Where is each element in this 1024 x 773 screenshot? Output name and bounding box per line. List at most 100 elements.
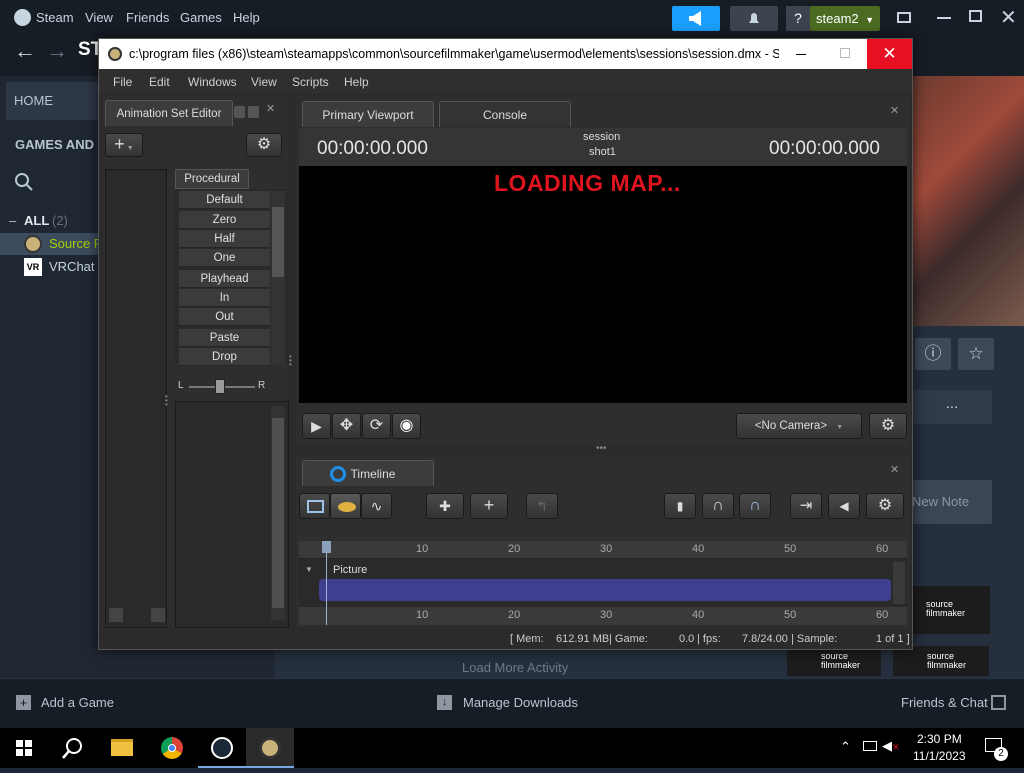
tab-animation-set-editor[interactable]: Animation Set Editor	[105, 100, 233, 126]
panel-splitter-handle[interactable]: •••	[596, 443, 607, 454]
notifications-button[interactable]	[730, 6, 778, 31]
all-label[interactable]: ALL	[24, 213, 49, 228]
rotate-tool-button[interactable]: ⟳	[362, 413, 391, 439]
tab-timeline[interactable]: Timeline	[302, 460, 434, 486]
sfm-taskbar-button[interactable]	[246, 728, 294, 768]
left-splitter-handle[interactable]: • • •	[165, 393, 168, 409]
back-arrow-icon[interactable]: ←	[14, 38, 36, 64]
add-track-button[interactable]: +	[470, 493, 508, 519]
slider-list-scrollbar[interactable]	[271, 406, 285, 620]
procedural-in-button[interactable]: In	[179, 289, 270, 307]
scroll-thumb[interactable]	[272, 207, 284, 277]
procedural-zero-button[interactable]: Zero	[179, 211, 270, 229]
camera-select-dropdown[interactable]: <No Camera> ▼	[736, 413, 862, 439]
playhead-handle[interactable]	[322, 541, 331, 553]
new-note-button[interactable]: New Note	[912, 480, 992, 524]
show-hidden-icons-icon[interactable]: ⌃	[840, 739, 851, 755]
manage-downloads-button[interactable]: Manage Downloads	[463, 695, 578, 710]
panel-pin-icon[interactable]	[234, 106, 245, 118]
clock-time[interactable]: 2:30 PM	[917, 732, 962, 746]
taskbar-search-button[interactable]	[48, 728, 96, 768]
ase-hscroll-right[interactable]	[151, 608, 165, 622]
steam-menu-view[interactable]: View	[85, 10, 113, 25]
motion-editor-button[interactable]	[330, 493, 361, 519]
select-tool-button[interactable]: ▶	[302, 413, 331, 439]
scroll-thumb[interactable]	[272, 418, 284, 608]
more-options-button[interactable]: ...	[912, 390, 992, 424]
balance-slider[interactable]	[189, 379, 255, 394]
procedural-out-button[interactable]: Out	[179, 308, 270, 326]
steam-menu-steam[interactable]: Steam	[36, 10, 74, 25]
load-more-activity[interactable]: Load More Activity	[462, 660, 568, 675]
procedural-scrollbar[interactable]	[271, 191, 285, 364]
steam-menu-friends[interactable]: Friends	[126, 10, 169, 25]
ase-hscroll-left[interactable]	[109, 608, 123, 622]
steam-menu-help[interactable]: Help	[233, 10, 260, 25]
start-button[interactable]	[0, 728, 48, 768]
favorite-button[interactable]: ☆	[958, 338, 994, 370]
add-game-icon[interactable]: +	[16, 695, 31, 710]
timeline-ruler[interactable]: 10 20 30 40 50 60	[299, 541, 907, 559]
volume-muted-icon[interactable]: ◀✕	[882, 738, 900, 754]
account-menu[interactable]: steam2 ▼	[810, 6, 880, 31]
pivot-tool-button[interactable]: ◉	[392, 413, 421, 439]
minimize-icon[interactable]	[937, 17, 951, 19]
maximize-icon[interactable]	[969, 10, 982, 22]
animation-set-list[interactable]	[105, 169, 167, 628]
timeline-ruler-bottom[interactable]: 10 20 30 40 50 60	[299, 607, 907, 625]
mid-splitter-handle[interactable]: • • •	[289, 353, 292, 369]
sfm-minimize-icon[interactable]	[796, 54, 806, 55]
clip-editor-button[interactable]	[299, 493, 330, 519]
chrome-button[interactable]	[148, 728, 196, 768]
steam-menu-games[interactable]: Games	[180, 10, 222, 25]
announcement-button[interactable]	[672, 6, 720, 31]
tab-console[interactable]: Console	[439, 101, 571, 127]
sfm-menu-file[interactable]: File	[113, 75, 132, 89]
viewport-settings-button[interactable]: ⚙	[869, 413, 907, 439]
forward-arrow-icon[interactable]: →	[46, 38, 68, 64]
steam-taskbar-button[interactable]	[198, 728, 246, 768]
procedural-default-button[interactable]: Default	[179, 191, 270, 209]
steam-help-button[interactable]: ?	[786, 6, 810, 31]
snap-button[interactable]: ∩	[739, 493, 771, 519]
graph-editor-button[interactable]: ∿	[361, 493, 392, 519]
add-clip-marker-button[interactable]: ✚	[426, 493, 464, 519]
sfm-menu-help[interactable]: Help	[344, 75, 369, 89]
panel-close-icon[interactable]: ✕	[266, 102, 275, 115]
up-level-button[interactable]: ↰	[526, 493, 558, 519]
close-icon[interactable]: ✕	[1000, 5, 1017, 30]
procedural-playhead-button[interactable]: Playhead	[179, 270, 270, 288]
sfm-maximize-icon[interactable]	[840, 48, 850, 58]
playhead[interactable]	[326, 541, 327, 625]
tab-primary-viewport[interactable]: Primary Viewport	[302, 101, 434, 127]
procedural-paste-button[interactable]: Paste	[179, 329, 270, 347]
info-button[interactable]: ⓘ	[915, 338, 951, 370]
collapse-all-icon[interactable]: –	[9, 213, 16, 228]
ase-settings-button[interactable]: ⚙	[246, 133, 282, 157]
search-icon[interactable]	[14, 172, 34, 192]
friends-chat-icon[interactable]	[991, 695, 1006, 710]
network-icon[interactable]	[863, 741, 877, 751]
sfm-menu-edit[interactable]: Edit	[149, 75, 170, 89]
procedural-half-button[interactable]: Half	[179, 230, 270, 248]
file-explorer-button[interactable]	[98, 728, 146, 768]
add-game-button[interactable]: Add a Game	[41, 695, 114, 710]
track-scrollbar[interactable]	[893, 562, 905, 604]
timeline-settings-button[interactable]: ⚙	[866, 493, 904, 519]
mute-button[interactable]: ◀	[828, 493, 860, 519]
friends-chat-button[interactable]: Friends & Chat	[901, 695, 988, 710]
viewport-canvas[interactable]: LOADING MAP...	[299, 166, 907, 403]
add-animation-set-button[interactable]: + ▼	[105, 133, 143, 157]
sfm-menu-scripts[interactable]: Scripts	[292, 75, 329, 89]
procedural-one-button[interactable]: One	[179, 249, 270, 267]
timeline-close-icon[interactable]: ✕	[890, 463, 899, 476]
skip-to-end-button[interactable]: ⇥	[790, 493, 822, 519]
move-tool-button[interactable]: ✥	[332, 413, 361, 439]
panel-lock-icon[interactable]	[248, 106, 259, 118]
sfm-menu-windows[interactable]: Windows	[188, 75, 237, 89]
procedural-tab[interactable]: Procedural	[175, 169, 249, 189]
sfm-menu-view[interactable]: View	[251, 75, 277, 89]
clock-date[interactable]: 11/1/2023	[913, 749, 966, 763]
balance-slider-thumb[interactable]	[215, 379, 225, 394]
sfm-close-button[interactable]: ✕	[867, 39, 912, 69]
